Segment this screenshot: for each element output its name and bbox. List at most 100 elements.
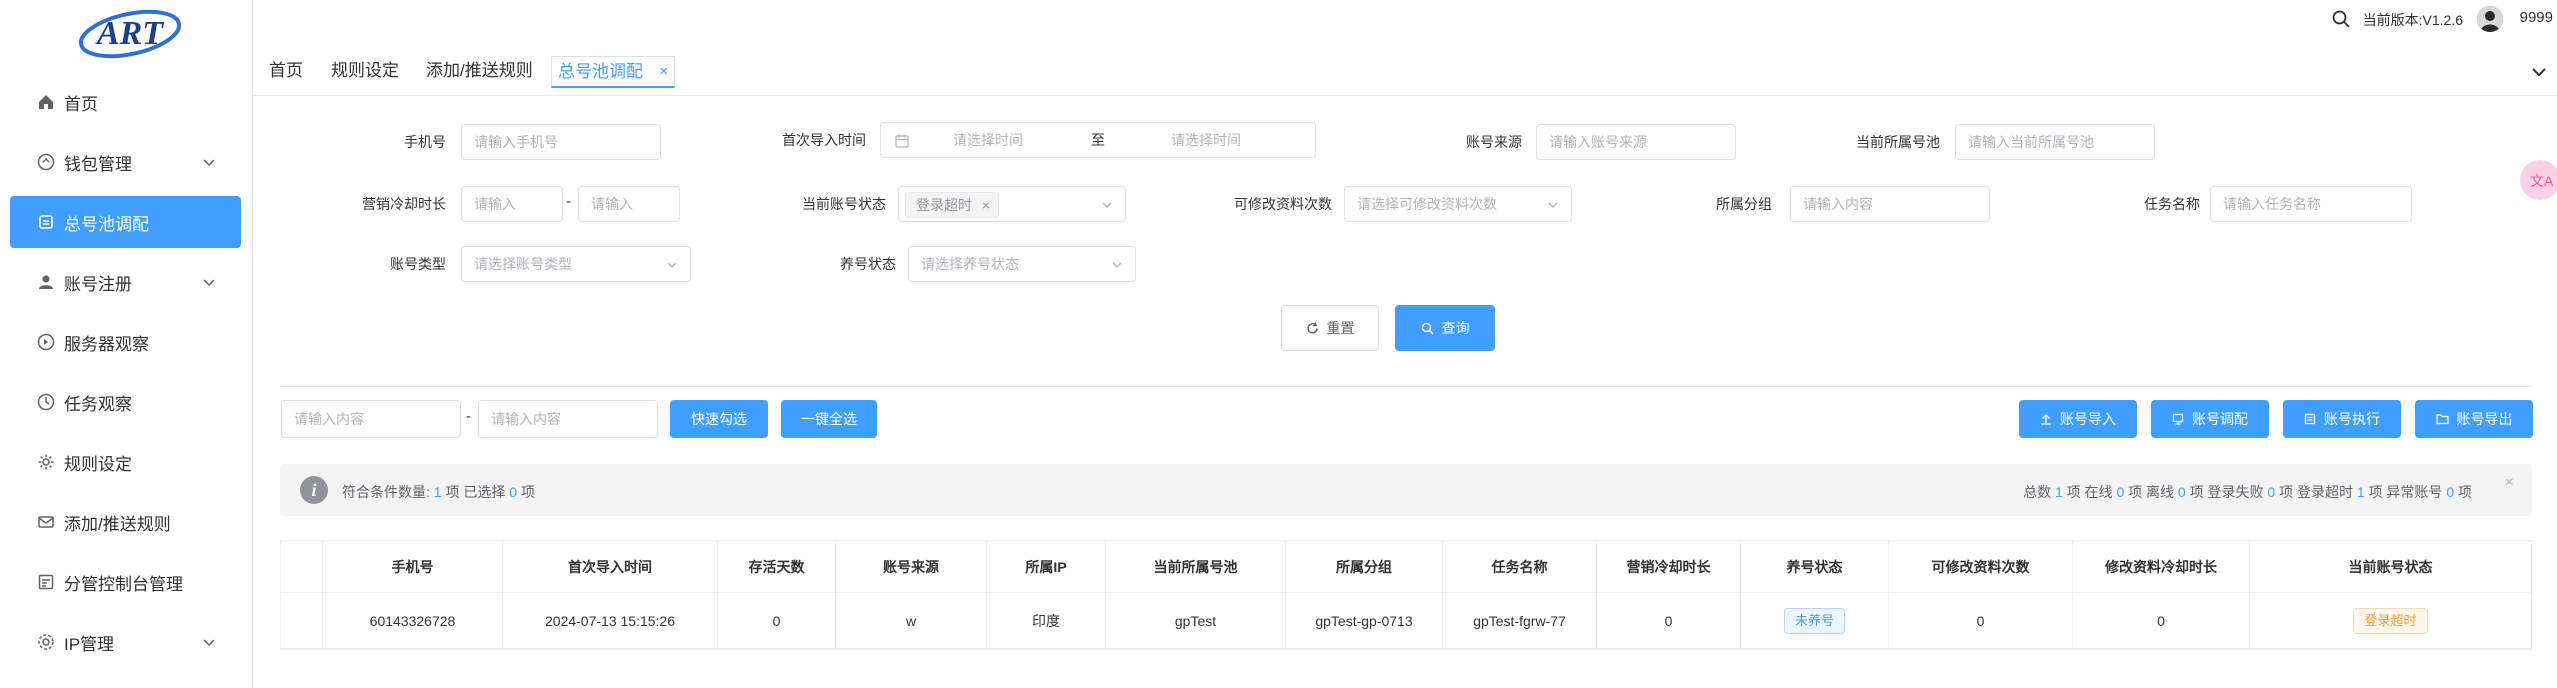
chevron-down-icon xyxy=(203,159,215,167)
nurture-select[interactable]: 请选择养号状态 xyxy=(908,246,1136,282)
home-icon xyxy=(36,92,56,112)
translate-float-button[interactable]: 文A xyxy=(2520,160,2557,200)
import-button[interactable]: 账号导入 xyxy=(2019,400,2137,438)
sidebar-item-register[interactable]: 账号注册 xyxy=(10,256,241,308)
avatar[interactable] xyxy=(2477,6,2503,32)
username[interactable]: 9999 xyxy=(2520,9,2553,26)
table-row[interactable]: 60143326728 2024-07-13 15:15:26 0 w 印度 g… xyxy=(281,593,2531,649)
export-button[interactable]: 账号导出 xyxy=(2415,400,2533,438)
header-cell: 首次导入时间 xyxy=(503,541,718,592)
sidebar-item-wallet[interactable]: 钱包管理 xyxy=(10,136,241,188)
chevron-down-icon xyxy=(203,639,215,647)
translate-icon: 文A xyxy=(2530,173,2554,189)
tag-close-icon[interactable]: × xyxy=(982,193,990,217)
cell-status: 登录超时 xyxy=(2250,593,2531,648)
allocate-button[interactable]: 账号调配 xyxy=(2151,400,2269,438)
sidebar-item-task[interactable]: 任务观察 xyxy=(10,376,241,428)
tab-push-rules[interactable]: 添加/推送规则 xyxy=(420,56,539,88)
chevron-down-icon[interactable] xyxy=(2531,66,2547,78)
task-input[interactable] xyxy=(2210,186,2412,222)
selection-summary: 符合条件数量: 1 项 已选择 0 项 xyxy=(342,482,535,502)
abnormal-label: 项 异常账号 xyxy=(2368,484,2443,500)
online-label: 项 在线 xyxy=(2066,484,2113,500)
acc-type-placeholder: 请选择账号类型 xyxy=(474,256,572,272)
search-icon[interactable] xyxy=(2331,9,2351,29)
gear-icon xyxy=(36,452,56,472)
reset-label: 重置 xyxy=(1326,320,1355,336)
row-select-cell[interactable] xyxy=(281,593,323,648)
status-label: 当前账号状态 xyxy=(802,196,886,212)
select-all-button[interactable]: 一键全选 xyxy=(781,400,877,438)
edit-count-select[interactable]: 请选择可修改资料次数 xyxy=(1344,186,1572,222)
summary-alert: i 符合条件数量: 1 项 已选择 0 项 总数 1 项 在线 0 项 离线 0… xyxy=(280,464,2532,516)
close-icon[interactable]: × xyxy=(659,57,668,87)
cell-source: w xyxy=(836,593,987,648)
sidebar-item-ip[interactable]: IP管理 xyxy=(10,616,241,668)
close-icon[interactable]: × xyxy=(2505,474,2514,492)
edit-count-label: 可修改资料次数 xyxy=(1234,196,1332,212)
execute-button[interactable]: 账号执行 xyxy=(2283,400,2401,438)
execute-icon xyxy=(2304,413,2316,425)
logo-text: ART xyxy=(95,15,164,52)
sidebar-item-label: 账号注册 xyxy=(64,274,132,294)
acc-type-select[interactable]: 请选择账号类型 xyxy=(461,246,691,282)
nurture-status-badge: 未养号 xyxy=(1783,607,1845,634)
sidebar-item-home[interactable]: 首页 xyxy=(10,76,241,128)
cooldown-min-input[interactable] xyxy=(461,186,563,222)
accounts-table: 手机号 首次导入时间 存活天数 账号来源 所属IP 当前所属号池 所属分组 任务… xyxy=(280,540,2532,650)
cooldown-max-input[interactable] xyxy=(578,186,680,222)
nurture-label: 养号状态 xyxy=(840,256,896,272)
cell-pool: gpTest xyxy=(1106,593,1286,648)
section-divider xyxy=(280,386,2532,387)
sidebar-item-push-rules[interactable]: 添加/推送规则 xyxy=(10,496,241,548)
user-icon xyxy=(36,272,56,292)
total-count: 1 xyxy=(2054,484,2063,500)
export-label: 账号导出 xyxy=(2456,411,2513,427)
range-start-input[interactable] xyxy=(281,400,461,438)
abnormal-count: 0 xyxy=(2446,484,2455,500)
sidebar-item-console[interactable]: 分管控制台管理 xyxy=(10,556,241,608)
timeout-count: 1 xyxy=(2356,484,2365,500)
cooldown-label: 营销冷却时长 xyxy=(362,196,446,212)
phone-input[interactable] xyxy=(461,124,661,160)
search-icon xyxy=(1421,322,1434,335)
cell-alive-days: 0 xyxy=(718,593,836,648)
cell-edit-count: 0 xyxy=(1889,593,2073,648)
cell-ip: 印度 xyxy=(987,593,1106,648)
status-tag-label: 登录超时 xyxy=(916,197,972,213)
summary-end: 项 xyxy=(2458,484,2472,500)
chevron-down-icon xyxy=(1548,202,1558,208)
cell-nurture: 未养号 xyxy=(1741,593,1889,648)
sidebar-item-server[interactable]: 服务器观察 xyxy=(10,316,241,368)
pool-input[interactable] xyxy=(1955,124,2155,160)
tab-pool[interactable]: 总号池调配 × xyxy=(551,56,675,88)
quick-select-button[interactable]: 快速勾选 xyxy=(670,400,768,438)
cell-group: gpTest-gp-0713 xyxy=(1286,593,1443,648)
query-button[interactable]: 查询 xyxy=(1395,305,1495,351)
tab-home[interactable]: 首页 xyxy=(263,56,309,88)
sidebar-item-rules[interactable]: 规则设定 xyxy=(10,436,241,488)
sidebar-item-label: 分管控制台管理 xyxy=(64,574,183,594)
header-cell: 可修改资料次数 xyxy=(1889,541,2073,592)
sidebar-item-label: 任务观察 xyxy=(64,394,132,414)
match-suffix: 项 xyxy=(520,484,535,500)
sidebar-item-pool[interactable]: 总号池调配 xyxy=(10,196,241,248)
start-date-input[interactable]: 请选择时间 xyxy=(953,123,1023,157)
first-import-range-picker[interactable]: 请选择时间 至 请选择时间 xyxy=(880,122,1316,158)
header-cell: 营销冷却时长 xyxy=(1597,541,1741,592)
sidebar-item-label: 添加/推送规则 xyxy=(64,514,171,534)
status-summary: 总数 1 项 在线 0 项 离线 0 项 登录失败 0 项 登录超时 1 项 异… xyxy=(2023,482,2472,502)
header-cell: 手机号 xyxy=(323,541,503,592)
reset-button[interactable]: 重置 xyxy=(1281,305,1379,351)
header-cell: 当前所属号池 xyxy=(1106,541,1286,592)
tab-rules[interactable]: 规则设定 xyxy=(325,56,405,88)
end-date-input[interactable]: 请选择时间 xyxy=(1171,123,1241,157)
source-input[interactable] xyxy=(1536,124,1736,160)
pool-icon xyxy=(36,212,56,232)
status-select[interactable]: 登录超时 × xyxy=(898,186,1126,222)
art-logo: ART xyxy=(78,9,182,59)
group-input[interactable] xyxy=(1790,186,1990,222)
tab-bar: 首页 规则设定 添加/推送规则 总号池调配 × xyxy=(253,46,2557,96)
range-end-input[interactable] xyxy=(478,400,658,438)
sidebar: ART 首页 钱包管理 总号池调配 账号注册 服务器观察 任务观察 规则设定 添… xyxy=(0,0,253,688)
